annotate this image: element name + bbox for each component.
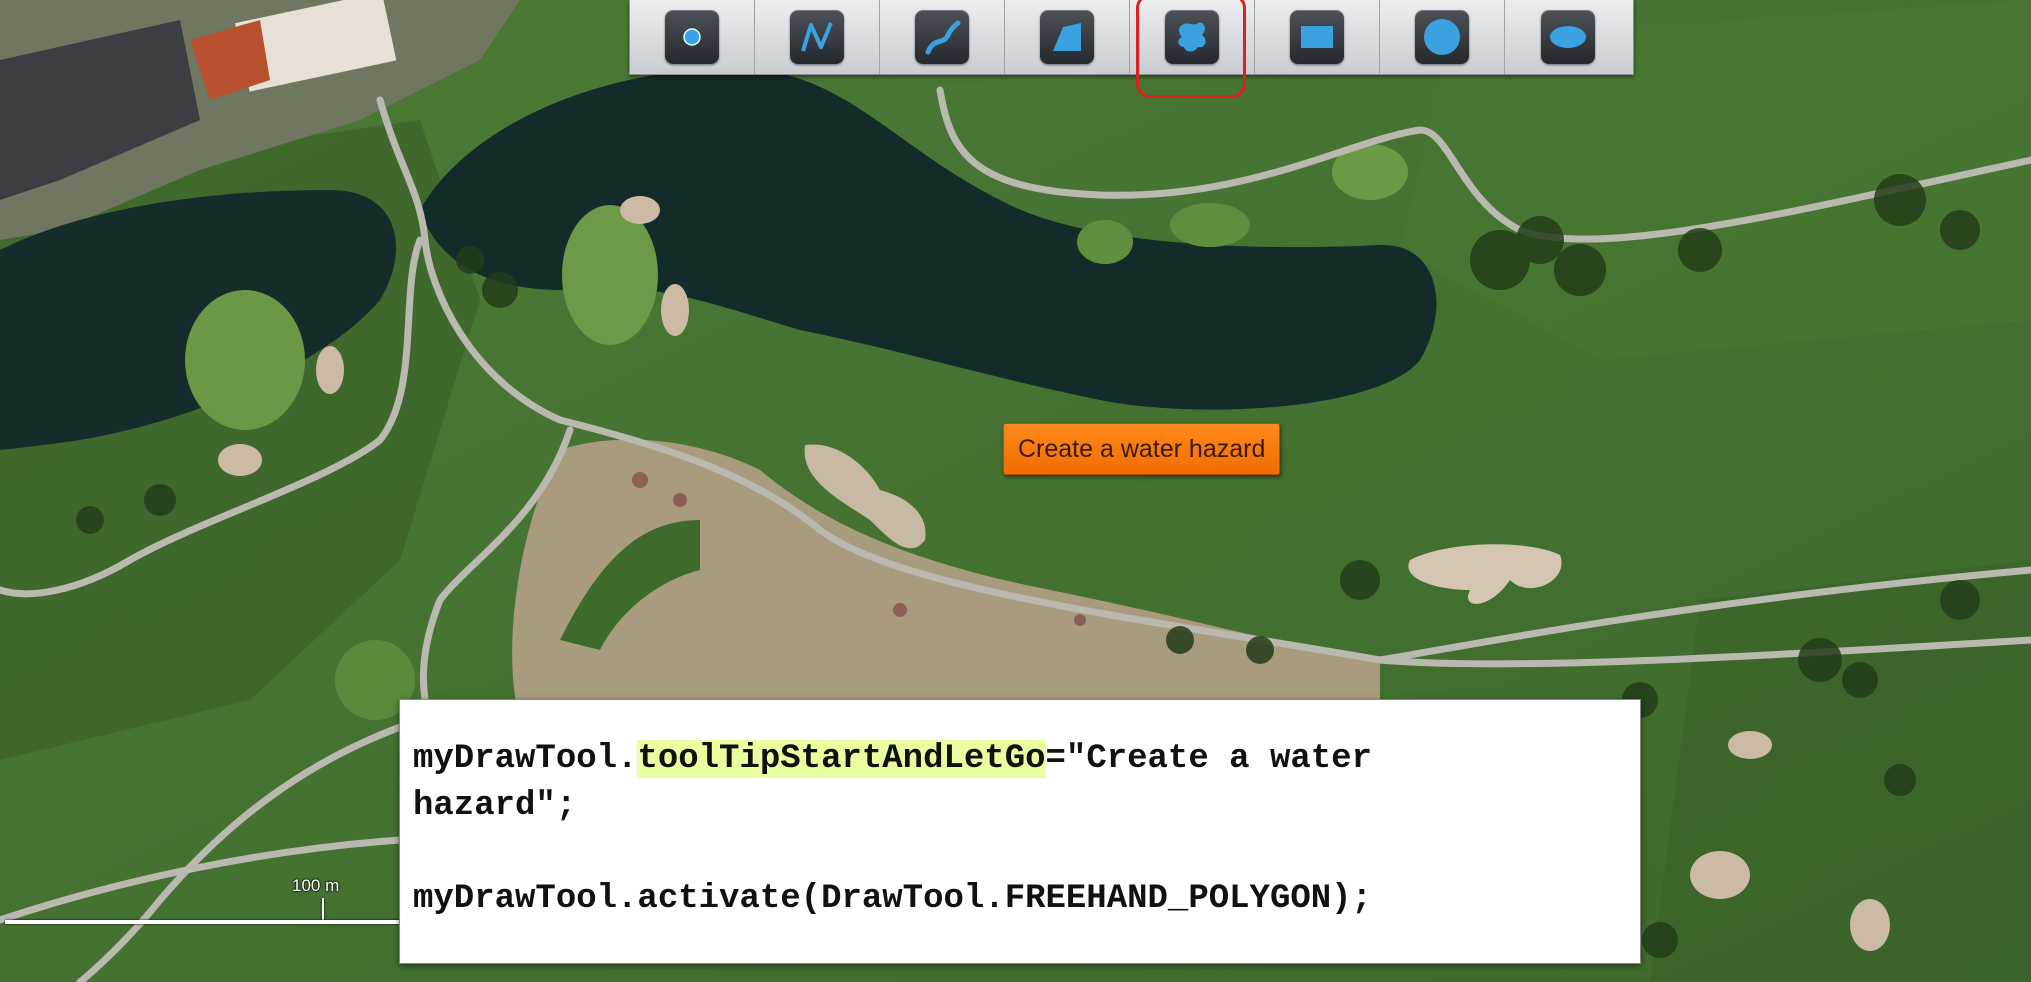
code-line-3: myDrawTool.activate(DrawTool.FREEHAND_PO…: [413, 880, 1372, 918]
tool-rectangle-button[interactable]: [1255, 0, 1380, 74]
code-line-1-suffix: ="Create a water: [1045, 740, 1372, 778]
code-highlight-property: toolTipStartAndLetGo: [637, 740, 1046, 778]
code-line-1-prefix: myDrawTool.: [413, 740, 638, 778]
draw-tooltip: Create a water hazard: [1003, 423, 1281, 475]
draw-toolbar: [629, 0, 1634, 98]
scale-bar-tick: [322, 898, 324, 922]
tool-freehand-polygon-button[interactable]: [1130, 0, 1255, 98]
ellipse-icon: [1540, 10, 1595, 64]
tool-polygon-button[interactable]: [1005, 0, 1130, 74]
polygon-icon: [1040, 10, 1094, 64]
tool-circle-button[interactable]: [1380, 0, 1505, 74]
code-line-2: hazard";: [413, 787, 577, 825]
freehand-polygon-icon: [1165, 10, 1219, 64]
tool-freehand-polyline-button[interactable]: [880, 0, 1005, 74]
freehand-polyline-icon: [915, 10, 969, 64]
code-line-1: myDrawTool.toolTipStartAndLetGo="Create …: [413, 736, 1628, 783]
code-snippet-box: myDrawTool.toolTipStartAndLetGo="Create …: [399, 699, 1641, 964]
circle-icon: [1415, 10, 1469, 64]
tool-ellipse-button[interactable]: [1505, 0, 1630, 74]
polyline-icon: [790, 10, 844, 64]
point-icon: [665, 10, 719, 64]
tool-polyline-button[interactable]: [755, 0, 880, 74]
scale-bar-label: 100 m: [292, 876, 340, 895]
tool-point-button[interactable]: [630, 0, 755, 74]
scale-bar: [5, 920, 402, 924]
rectangle-icon: [1290, 10, 1344, 64]
